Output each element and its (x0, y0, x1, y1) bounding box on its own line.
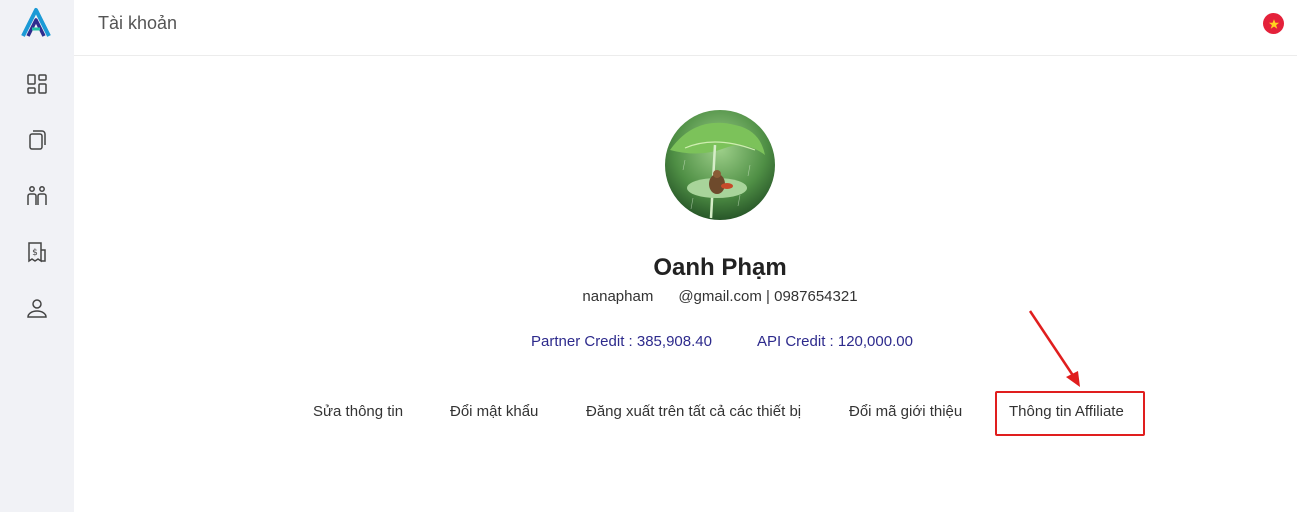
sidebar-item-users[interactable] (22, 181, 52, 211)
sidebar: $ (0, 0, 74, 512)
edit-info-link[interactable]: Sửa thông tin (313, 403, 403, 420)
sidebar-item-documents[interactable] (22, 125, 52, 155)
language-selector[interactable] (1263, 13, 1284, 34)
vietnam-flag-icon (1268, 18, 1279, 29)
sidebar-item-dashboard[interactable] (22, 69, 52, 99)
logout-all-devices-link[interactable]: Đăng xuất trên tất cả các thiết bị (586, 403, 801, 420)
change-password-link[interactable]: Đổi mật khẩu (450, 403, 538, 420)
users-icon (27, 186, 47, 205)
user-profile-icon (27, 299, 47, 318)
sidebar-item-billing[interactable]: $ (22, 237, 52, 267)
highlight-box (995, 391, 1145, 436)
svg-text:$: $ (32, 248, 38, 258)
documents-icon (29, 130, 46, 150)
header: Tài khoản (74, 0, 1297, 56)
annotation-arrow-icon (1028, 310, 1080, 387)
avatar-image (665, 110, 775, 220)
app-logo[interactable] (19, 7, 53, 41)
page-title: Tài khoản (98, 13, 178, 33)
change-referral-code-link[interactable]: Đổi mã giới thiệu (849, 403, 962, 420)
sidebar-item-account[interactable] (22, 293, 52, 323)
billing-icon: $ (28, 242, 46, 263)
app-logo-icon (21, 8, 51, 37)
profile-contact: nanapham @gmail.com | 0987654321 (582, 288, 858, 305)
partner-credit: Partner Credit : 385,908.40 (531, 333, 712, 350)
dashboard-icon (27, 74, 47, 94)
api-credit: API Credit : 120,000.00 (757, 333, 913, 350)
avatar (665, 110, 775, 220)
profile-name: Oanh Phạm (653, 254, 787, 281)
